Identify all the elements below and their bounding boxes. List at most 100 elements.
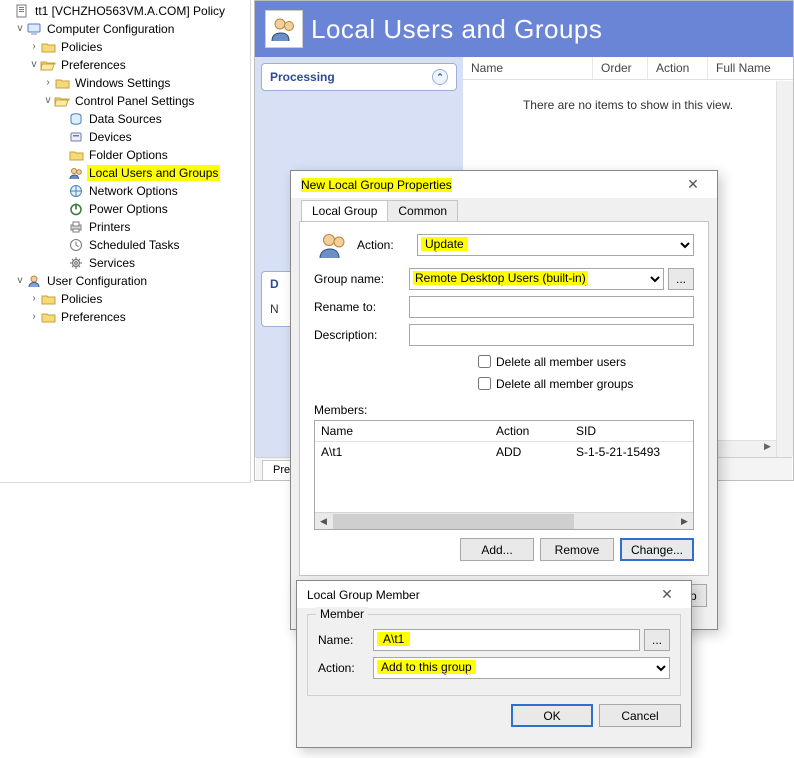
label-members: Members:: [314, 403, 694, 417]
member-row[interactable]: A\t1 ADD S-1-5-21-15493: [315, 442, 693, 462]
member-name-input[interactable]: [373, 629, 640, 651]
tab-common[interactable]: Common: [387, 200, 458, 221]
tree-item-local-users-and-groups[interactable]: Local Users and Groups: [87, 165, 220, 181]
folder-open-icon: [54, 93, 70, 109]
scroll-right-icon[interactable]: ▶: [676, 513, 693, 530]
change-button[interactable]: Change...: [620, 538, 694, 561]
scroll-left-icon[interactable]: ◀: [315, 513, 332, 530]
panel-title: Processing: [270, 70, 335, 84]
tree-item-devices[interactable]: Devices: [87, 129, 134, 145]
tree-pane: tt1 [VCHZHO563VM.A.COM] Policy v Compute…: [0, 0, 251, 483]
label-group-name: Group name:: [314, 272, 409, 286]
tree-item-power-options[interactable]: Power Options: [87, 201, 170, 217]
folder-icon: [54, 75, 70, 91]
expander-icon[interactable]: v: [42, 95, 54, 107]
tree-item-user-config[interactable]: User Configuration: [45, 273, 149, 289]
tree-item-printers[interactable]: Printers: [87, 219, 132, 235]
action-select[interactable]: Update: [417, 234, 694, 256]
folder-icon: [40, 291, 56, 307]
label-delete-users: Delete all member users: [496, 355, 626, 369]
policy-tree[interactable]: tt1 [VCHZHO563VM.A.COM] Policy v Compute…: [0, 0, 250, 326]
remove-button[interactable]: Remove: [540, 538, 614, 561]
dialog-new-local-group-properties: New Local Group Properties ✕ Local Group…: [290, 170, 718, 630]
cancel-button[interactable]: Cancel: [599, 704, 681, 727]
member-sid: S-1-5-21-15493: [570, 442, 693, 462]
document-icon: [14, 3, 30, 19]
vertical-scrollbar[interactable]: [776, 81, 793, 457]
panel-body-text: N: [270, 302, 279, 316]
checkbox-delete-groups[interactable]: [478, 377, 491, 390]
expander-icon[interactable]: v: [14, 23, 26, 35]
description-input[interactable]: [409, 324, 694, 346]
col-name[interactable]: Name: [463, 57, 593, 79]
member-groupbox: Member Name: A\t1 ... Action: Add to thi…: [307, 614, 681, 696]
collapse-icon[interactable]: ⌃: [432, 69, 448, 85]
folderoptions-icon: [68, 147, 84, 163]
member-name: A\t1: [315, 442, 490, 462]
mcol-action[interactable]: Action: [490, 421, 570, 441]
tree-item-policies[interactable]: Policies: [59, 39, 104, 55]
tab-local-group[interactable]: Local Group: [301, 200, 388, 221]
tree-item-control-panel-settings[interactable]: Control Panel Settings: [73, 93, 196, 109]
scheduled-tasks-icon: [68, 237, 84, 253]
rename-input[interactable]: [409, 296, 694, 318]
mcol-name[interactable]: Name: [315, 421, 490, 441]
tree-item-preferences[interactable]: Preferences: [59, 57, 128, 73]
browse-group-button[interactable]: ...: [668, 268, 694, 290]
tree-item-folder-options[interactable]: Folder Options: [87, 147, 170, 163]
power-icon: [68, 201, 84, 217]
label-action: Action:: [318, 661, 373, 675]
col-fullname[interactable]: Full Name: [708, 57, 793, 79]
dialog-title: New Local Group Properties: [301, 178, 452, 192]
expander-icon[interactable]: ›: [28, 293, 40, 305]
listview-header: Name Order Action Full Name: [463, 57, 793, 80]
panel-processing: Processing ⌃: [261, 63, 457, 91]
scroll-thumb[interactable]: [333, 514, 574, 529]
tree-item-data-sources[interactable]: Data Sources: [87, 111, 164, 127]
computer-icon: [26, 21, 42, 37]
label-rename: Rename to:: [314, 300, 409, 314]
expander-icon[interactable]: v: [14, 275, 26, 287]
expander-icon[interactable]: ›: [28, 41, 40, 53]
users-groups-icon: [68, 165, 84, 181]
col-order[interactable]: Order: [593, 57, 648, 79]
tree-root[interactable]: tt1 [VCHZHO563VM.A.COM] Policy: [33, 3, 227, 19]
label-name: Name:: [318, 633, 373, 647]
tree-item-uc-policies[interactable]: Policies: [59, 291, 104, 307]
expander-icon[interactable]: v: [28, 59, 40, 71]
tree-item-scheduled-tasks[interactable]: Scheduled Tasks: [87, 237, 182, 253]
services-icon: [68, 255, 84, 271]
tree-item-uc-preferences[interactable]: Preferences: [59, 309, 128, 325]
add-button[interactable]: Add...: [460, 538, 534, 561]
dialog-title: Local Group Member: [307, 588, 420, 602]
banner-title: Local Users and Groups: [311, 14, 602, 45]
browse-member-button[interactable]: ...: [644, 629, 670, 651]
empty-message: There are no items to show in this view.: [463, 80, 793, 130]
mcol-sid[interactable]: SID: [570, 421, 693, 441]
tree-item-network-options[interactable]: Network Options: [87, 183, 180, 199]
ok-button[interactable]: OK: [511, 704, 593, 727]
tree-item-services[interactable]: Services: [87, 255, 137, 271]
users-groups-icon: [265, 10, 303, 48]
members-scrollbar[interactable]: ◀ ▶: [315, 512, 693, 529]
close-icon[interactable]: ✕: [679, 176, 707, 193]
network-icon: [68, 183, 84, 199]
close-icon[interactable]: ✕: [653, 586, 681, 603]
expander-icon[interactable]: ›: [42, 77, 54, 89]
col-action[interactable]: Action: [648, 57, 708, 79]
folder-icon: [40, 309, 56, 325]
member-action-select[interactable]: Add to this group: [373, 657, 670, 679]
tree-item-computer-config[interactable]: Computer Configuration: [45, 21, 176, 37]
dialog-local-group-member: Local Group Member ✕ Member Name: A\t1 .…: [296, 580, 692, 748]
printer-icon: [68, 219, 84, 235]
datasources-icon: [68, 111, 84, 127]
checkbox-delete-users[interactable]: [478, 355, 491, 368]
expander-icon[interactable]: ›: [28, 311, 40, 323]
dialog-page: Action: Update Update Group name: Remote…: [299, 221, 709, 576]
tree-item-windows-settings[interactable]: Windows Settings: [73, 75, 172, 91]
member-action: ADD: [490, 442, 570, 462]
members-listview[interactable]: Name Action SID A\t1 ADD S-1-5-21-15493 …: [314, 420, 694, 530]
label-description: Description:: [314, 328, 409, 342]
banner: Local Users and Groups: [255, 1, 793, 57]
group-name-select[interactable]: Remote Desktop Users (built-in): [409, 268, 664, 290]
